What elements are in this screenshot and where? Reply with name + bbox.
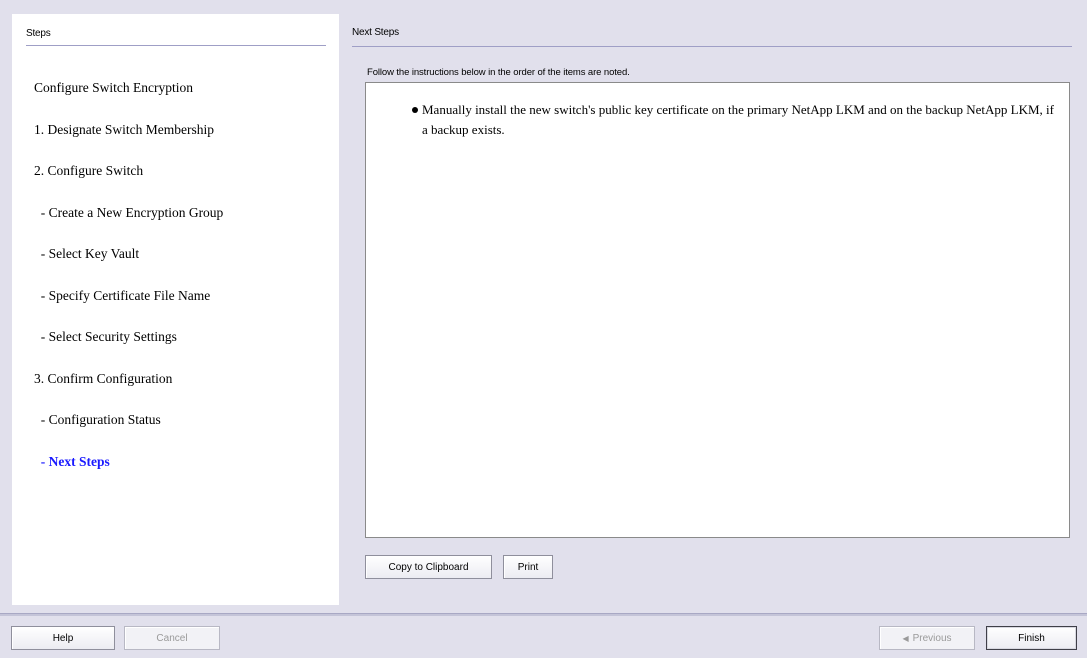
cancel-button[interactable]: Cancel <box>124 626 220 650</box>
previous-button[interactable]: ◀ Previous <box>879 626 975 650</box>
footer-divider <box>0 613 1087 616</box>
steps-panel-divider <box>26 45 326 46</box>
page-title: Next Steps <box>352 27 399 38</box>
title-divider <box>352 46 1072 47</box>
step-create-encryption-group: - Create a New Encryption Group <box>34 204 224 220</box>
previous-button-label: Previous <box>912 632 952 644</box>
help-button[interactable]: Help <box>11 626 115 650</box>
step-specify-certificate-file-name: - Specify Certificate File Name <box>34 287 211 303</box>
list-item-text: Manually install the new switch's public… <box>422 102 1054 137</box>
steps-list: Configure Switch Encryption 1. Designate… <box>34 78 223 493</box>
step-confirm-configuration: 3. Confirm Configuration <box>34 370 173 386</box>
back-arrow-icon: ◀ <box>902 633 909 643</box>
step-configuration-status: - Configuration Status <box>34 412 161 427</box>
step-configure-switch: 2. Configure Switch <box>34 163 144 178</box>
bullet-icon <box>412 107 418 113</box>
step-select-key-vault: - Select Key Vault <box>34 246 140 261</box>
instruction-text: Follow the instructions below in the ord… <box>367 67 630 78</box>
finish-button[interactable]: Finish <box>986 626 1077 650</box>
print-button[interactable]: Print <box>503 555 553 579</box>
step-designate-switch-membership: 1. Designate Switch Membership <box>34 121 214 137</box>
step-configure-switch-encryption: Configure Switch Encryption <box>34 80 193 95</box>
step-select-security-settings: - Select Security Settings <box>34 329 177 344</box>
copy-to-clipboard-button[interactable]: Copy to Clipboard <box>365 555 492 579</box>
next-steps-content: Manually install the new switch's public… <box>365 82 1070 538</box>
steps-panel: Steps Configure Switch Encryption 1. Des… <box>12 14 339 605</box>
steps-panel-title: Steps <box>26 28 51 39</box>
step-next-steps: - Next Steps <box>34 453 110 469</box>
list-item: Manually install the new switch's public… <box>412 100 1057 140</box>
